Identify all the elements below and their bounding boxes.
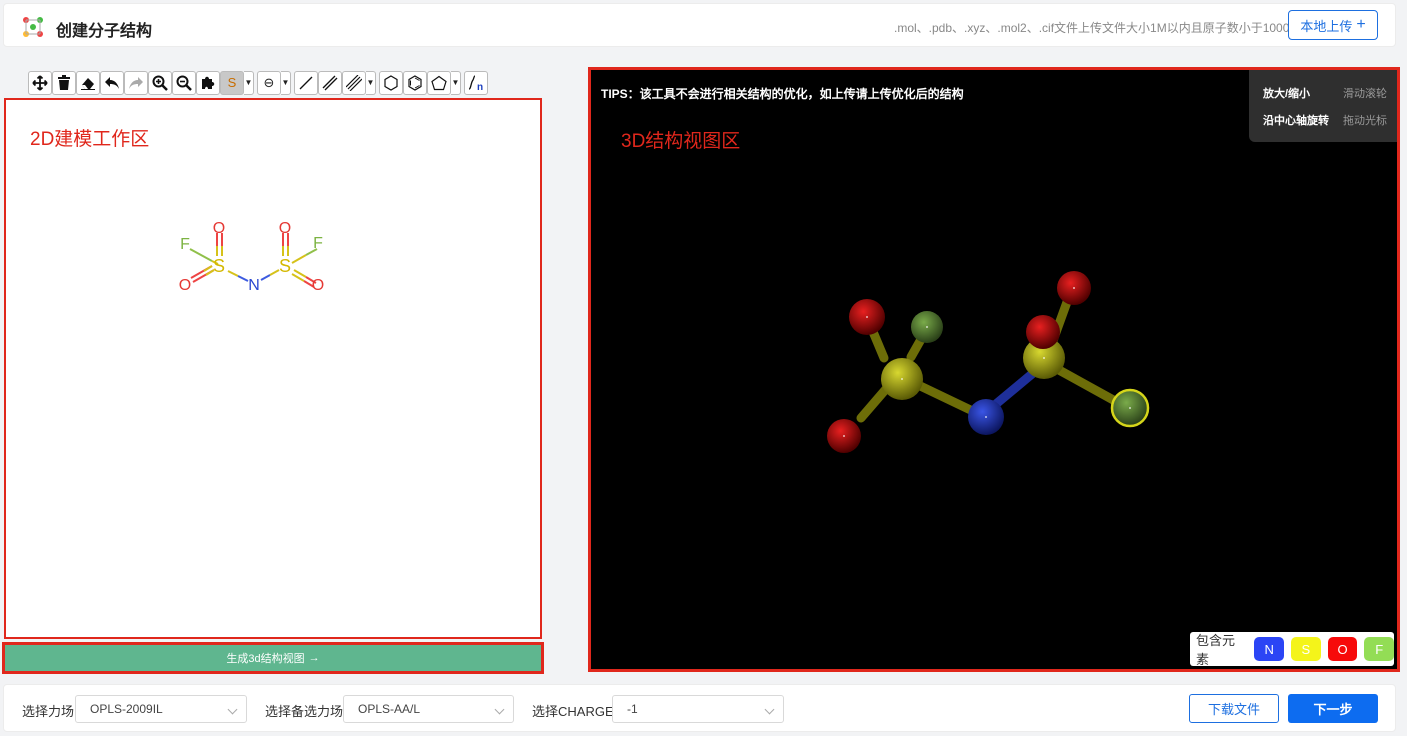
atom-s2: S xyxy=(279,256,291,276)
alt-force-field-label: 选择备选力场 xyxy=(265,704,344,719)
element-chip-o: O xyxy=(1327,637,1358,661)
charge-symbol: ⊖ xyxy=(263,74,275,90)
triple-bond-icon[interactable] xyxy=(342,70,366,95)
charge-label: 选择CHARGE xyxy=(532,704,614,719)
alt-force-field-value: OPLS-AA/L xyxy=(358,702,421,716)
puzzle-icon[interactable] xyxy=(196,70,220,95)
help-key: 放大/缩小 xyxy=(1263,88,1311,100)
ring-dropdown-chevron-icon[interactable]: ▼ xyxy=(451,70,461,95)
help-value: 滑动滚轮 xyxy=(1343,88,1387,100)
atom-s1: S xyxy=(213,256,225,276)
download-file-button[interactable]: 下载文件 xyxy=(1189,694,1279,723)
page-footer: 选择力场 OPLS-2009IL 选择备选力场 OPLS-AA/L 选择CHAR… xyxy=(3,684,1396,732)
atom-o4: O xyxy=(312,277,324,294)
atom-f2: F xyxy=(313,235,323,252)
upload-hint: .mol、.pdb、.xyz、.mol2、.cif文件上传文件大小1M以内且原子… xyxy=(894,21,1290,35)
zoom-out-icon[interactable] xyxy=(172,70,196,95)
atom-o2: O xyxy=(179,277,191,294)
chevron-down-icon xyxy=(494,704,505,715)
single-bond-icon[interactable] xyxy=(294,70,318,95)
redo-icon[interactable] xyxy=(124,70,148,95)
trash-icon[interactable] xyxy=(52,70,76,95)
controls-help-panel: 放大/缩小 滑动滚轮 沿中心轴旋转 拖动光标 xyxy=(1249,70,1397,142)
help-value: 拖动光标 xyxy=(1343,115,1387,127)
charge-minus-icon[interactable]: ⊖ xyxy=(257,70,281,95)
molecule-logo-icon xyxy=(23,17,43,37)
plus-icon: + xyxy=(1356,16,1366,33)
help-row-zoom: 放大/缩小 滑动滚轮 xyxy=(1263,85,1387,101)
force-field-value: OPLS-2009IL xyxy=(90,702,163,716)
svg-text:n: n xyxy=(477,82,483,92)
zoom-in-icon[interactable] xyxy=(148,70,172,95)
atom-n: N xyxy=(248,277,260,294)
element-chip-f: F xyxy=(1364,637,1395,661)
charge-dropdown-chevron-icon[interactable]: ▼ xyxy=(281,70,291,95)
element-chip-s: S xyxy=(1291,637,1321,661)
charge-value: -1 xyxy=(627,702,638,716)
atom-dropdown-chevron-icon[interactable]: ▼ xyxy=(244,70,254,95)
tips-text: TIPS：该工具不会进行相关结构的优化，如上传请上传优化后的结构 xyxy=(601,87,964,101)
atom-o3: O xyxy=(279,220,291,237)
undo-icon[interactable] xyxy=(100,70,124,95)
hexagon-icon[interactable] xyxy=(379,70,403,95)
element-legend: 包含元素 N S O F xyxy=(1190,632,1395,667)
help-key: 沿中心轴旋转 xyxy=(1263,115,1329,127)
force-field-select[interactable]: OPLS-2009IL xyxy=(75,695,247,723)
generate-3d-view-button[interactable]: 生成3d结构视图 → xyxy=(2,642,544,674)
local-upload-button[interactable]: 本地上传 + xyxy=(1288,10,1378,40)
next-step-button[interactable]: 下一步 xyxy=(1288,694,1378,723)
3d-structure-viewer[interactable]: TIPS：该工具不会进行相关结构的优化，如上传请上传优化后的结构 3D结构视图区… xyxy=(588,67,1400,672)
force-field-label: 选择力场 xyxy=(22,704,75,719)
atom-o1: O xyxy=(213,220,225,237)
chain-icon[interactable]: n xyxy=(464,70,488,95)
arrow-right-icon: → xyxy=(308,652,320,664)
chevron-down-icon xyxy=(764,704,775,715)
editor-toolbar: S ▼ ⊖ ▼ ▼ ▼ n xyxy=(28,70,488,95)
element-chip-n: N xyxy=(1254,637,1285,661)
alt-force-field-select[interactable]: OPLS-AA/L xyxy=(343,695,514,723)
pentagon-icon[interactable] xyxy=(427,70,451,95)
page-title: 创建分子结构 xyxy=(56,23,153,40)
move-icon[interactable] xyxy=(28,70,52,95)
atom-s-button[interactable]: S xyxy=(220,70,244,95)
2d-modeling-workspace[interactable]: 2D建模工作区 F O S O N O S F O xyxy=(4,98,542,639)
page-header: 创建分子结构 .mol、.pdb、.xyz、.mol2、.cif文件上传文件大小… xyxy=(3,3,1396,47)
atom-symbol: S xyxy=(227,75,237,90)
generate-label: 生成3d结构视图 xyxy=(226,653,305,665)
charge-select[interactable]: -1 xyxy=(612,695,784,723)
upload-label: 本地上传 xyxy=(1300,18,1353,34)
double-bond-icon[interactable] xyxy=(318,70,342,95)
bond-dropdown-chevron-icon[interactable]: ▼ xyxy=(366,70,376,95)
chevron-down-icon xyxy=(227,704,238,715)
eraser-icon[interactable] xyxy=(76,70,100,95)
elements-label: 包含元素 xyxy=(1196,633,1236,667)
benzene-icon[interactable] xyxy=(403,70,427,95)
molecule-2d-drawing: F O S O N O S F O xyxy=(179,220,324,294)
help-row-rotate: 沿中心轴旋转 拖动光标 xyxy=(1263,112,1387,128)
molecule-3d-rendering xyxy=(827,271,1150,453)
viewer-label: 3D结构视图区 xyxy=(621,131,741,152)
atom-f1: F xyxy=(180,236,190,253)
